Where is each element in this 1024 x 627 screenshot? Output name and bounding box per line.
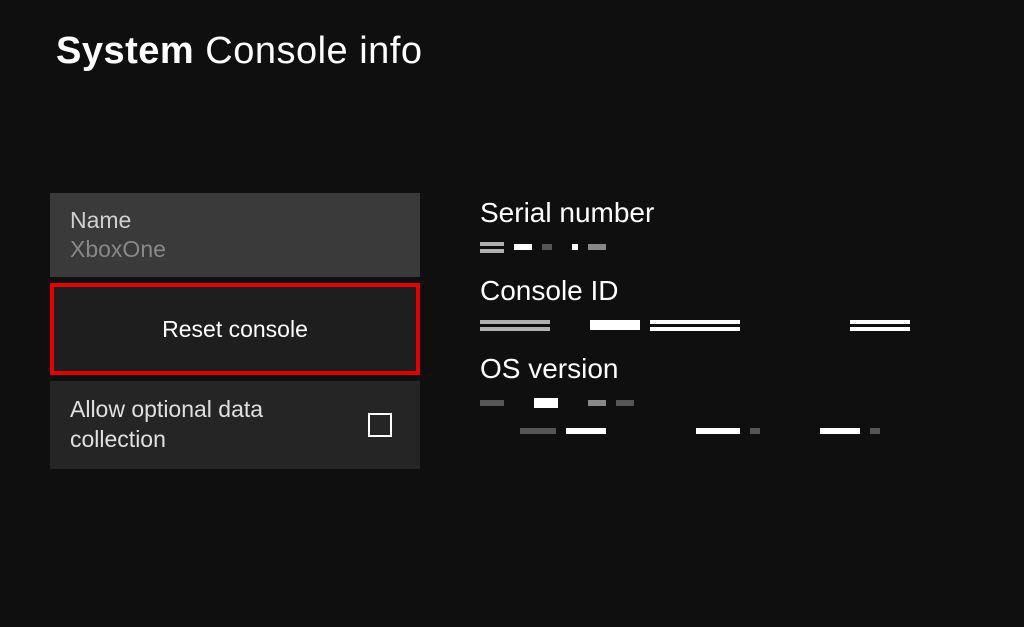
data-collection-label: Allow optional data collection bbox=[70, 395, 320, 455]
reset-label: Reset console bbox=[162, 316, 308, 343]
left-panel: Name XboxOne Reset console Allow optiona… bbox=[50, 193, 420, 469]
serial-number-block: Serial number bbox=[480, 197, 1024, 257]
name-label: Name bbox=[70, 207, 400, 234]
serial-number-value-redacted bbox=[480, 237, 1024, 257]
reset-console-button[interactable]: Reset console bbox=[50, 283, 420, 375]
console-id-block: Console ID bbox=[480, 275, 1024, 335]
data-collection-toggle[interactable]: Allow optional data collection bbox=[50, 381, 420, 469]
page-header: System Console info bbox=[0, 0, 1024, 73]
checkbox-icon bbox=[368, 413, 392, 437]
console-name-tile[interactable]: Name XboxOne bbox=[50, 193, 420, 277]
name-value: XboxOne bbox=[70, 236, 400, 263]
page-name: Console info bbox=[205, 30, 422, 72]
console-id-label: Console ID bbox=[480, 275, 1024, 307]
content-area: Name XboxOne Reset console Allow optiona… bbox=[0, 73, 1024, 469]
os-version-value-redacted-1 bbox=[480, 393, 1024, 413]
page-title: System Console info bbox=[56, 30, 1024, 73]
right-panel: Serial number Console ID OS version bbox=[480, 193, 1024, 469]
console-id-value-redacted bbox=[480, 315, 1024, 335]
os-version-label: OS version bbox=[480, 353, 1024, 385]
os-version-value-redacted-2 bbox=[480, 421, 1024, 441]
page-category: System bbox=[56, 30, 194, 72]
serial-number-label: Serial number bbox=[480, 197, 1024, 229]
os-version-block: OS version bbox=[480, 353, 1024, 441]
